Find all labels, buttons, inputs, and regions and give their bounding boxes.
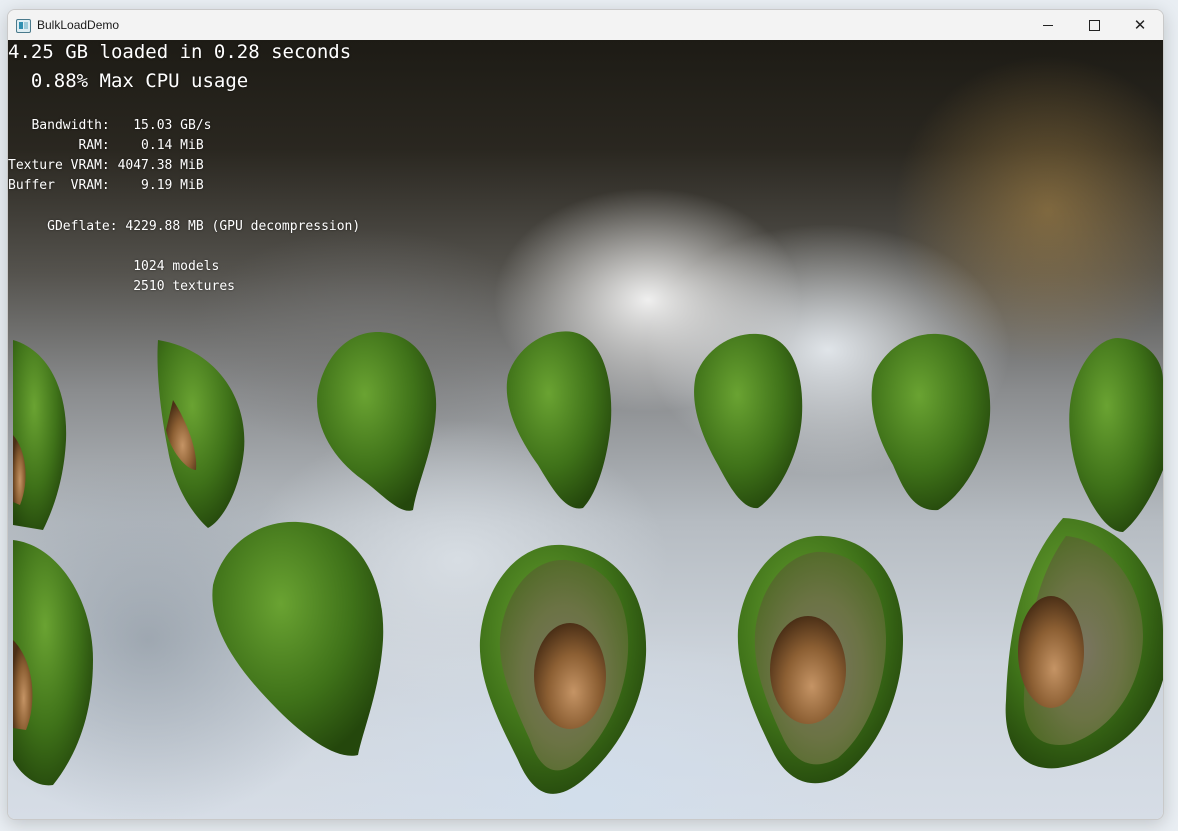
models-count: 1024 models <box>8 259 220 274</box>
minimize-icon <box>1043 24 1053 26</box>
avocado-scene <box>13 331 1163 794</box>
avocado-half <box>13 540 93 786</box>
buffer-vram-stat: Buffer VRAM: 9.19 MiB <box>8 178 204 193</box>
avocado <box>212 521 384 756</box>
avocado <box>317 332 437 511</box>
texture-vram-stat: Texture VRAM: 4047.38 MiB <box>8 158 204 173</box>
bandwidth-stat: Bandwidth: 15.03 GB/s <box>8 118 212 133</box>
window-title: BulkLoadDemo <box>37 18 120 32</box>
app-icon <box>16 19 31 33</box>
minimize-button[interactable] <box>1025 10 1071 40</box>
avocado <box>157 340 245 528</box>
stats-overlay: 4.25 GB loaded in 0.28 seconds 0.88% Max… <box>8 40 360 294</box>
avocado-half <box>1005 518 1163 769</box>
close-button[interactable]: ✕ <box>1117 10 1163 40</box>
avocado <box>871 333 991 511</box>
load-summary: 4.25 GB loaded in 0.28 seconds <box>8 41 352 63</box>
title-bar[interactable]: BulkLoadDemo ✕ <box>8 10 1163 40</box>
textures-count: 2510 textures <box>8 279 235 294</box>
avocado <box>694 333 803 509</box>
app-window: BulkLoadDemo ✕ 4.25 GB loaded in 0.28 se… <box>7 9 1164 820</box>
maximize-icon <box>1088 19 1100 31</box>
gdeflate-stat: GDeflate: 4229.88 MB (GPU decompression) <box>8 219 361 234</box>
avocado <box>13 340 67 530</box>
close-icon: ✕ <box>1133 15 1147 34</box>
avocado <box>506 331 612 509</box>
maximize-button[interactable] <box>1071 10 1117 40</box>
ram-stat: RAM: 0.14 MiB <box>8 138 204 153</box>
cpu-usage: 0.88% Max CPU usage <box>8 70 249 92</box>
render-viewport[interactable]: 4.25 GB loaded in 0.28 seconds 0.88% Max… <box>8 40 1163 819</box>
avocado-half <box>479 544 647 794</box>
avocado-half <box>737 535 903 784</box>
avocado <box>1069 338 1163 532</box>
